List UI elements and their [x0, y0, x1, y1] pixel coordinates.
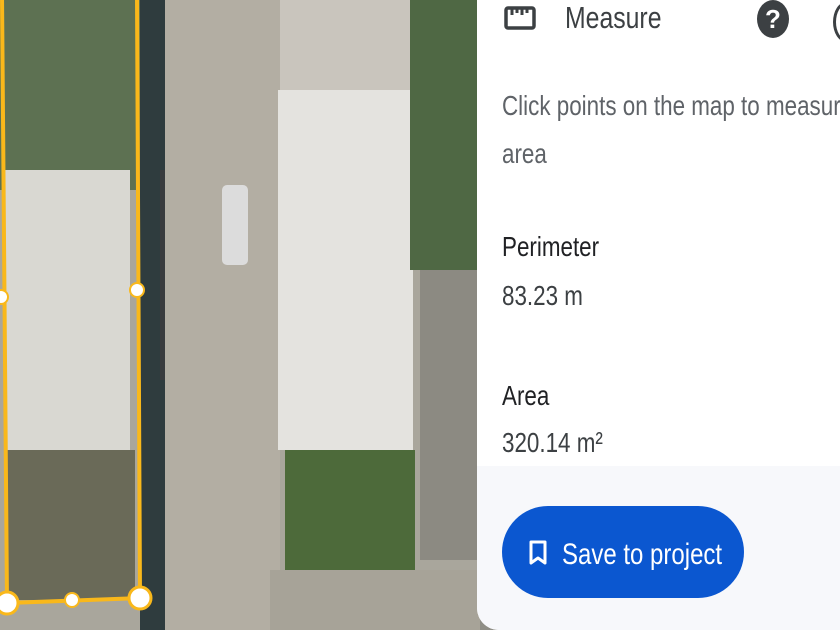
instructions: Click points on the map to measure [502, 90, 840, 121]
perimeter-value: 83.23 m [502, 280, 583, 311]
vertex-handle[interactable] [0, 590, 20, 616]
bookmark-icon [529, 540, 547, 565]
vertex-handle[interactable] [127, 585, 153, 611]
midpoint-handle[interactable] [0, 289, 9, 305]
perimeter-label: Perimeter [502, 231, 600, 262]
save-button-label: Save to project [562, 538, 723, 571]
help-icon[interactable]: ? [756, 0, 790, 38]
svg-text:?: ? [765, 4, 781, 34]
panel-title: Measure [565, 0, 662, 35]
ruler-icon [504, 6, 536, 30]
measure-polygon[interactable] [0, 0, 480, 630]
midpoint-handle[interactable] [64, 592, 80, 608]
area-label: Area [502, 380, 550, 411]
satellite-map[interactable] [0, 0, 480, 630]
close-icon[interactable] [833, 2, 840, 42]
midpoint-handle[interactable] [129, 282, 145, 298]
instructions-cont: area [502, 138, 547, 169]
save-to-project-button[interactable]: Save to project [502, 506, 744, 598]
measure-panel: Measure ? Click points on the map to mea… [477, 0, 840, 630]
area-value: 320.14 m² [502, 427, 603, 458]
